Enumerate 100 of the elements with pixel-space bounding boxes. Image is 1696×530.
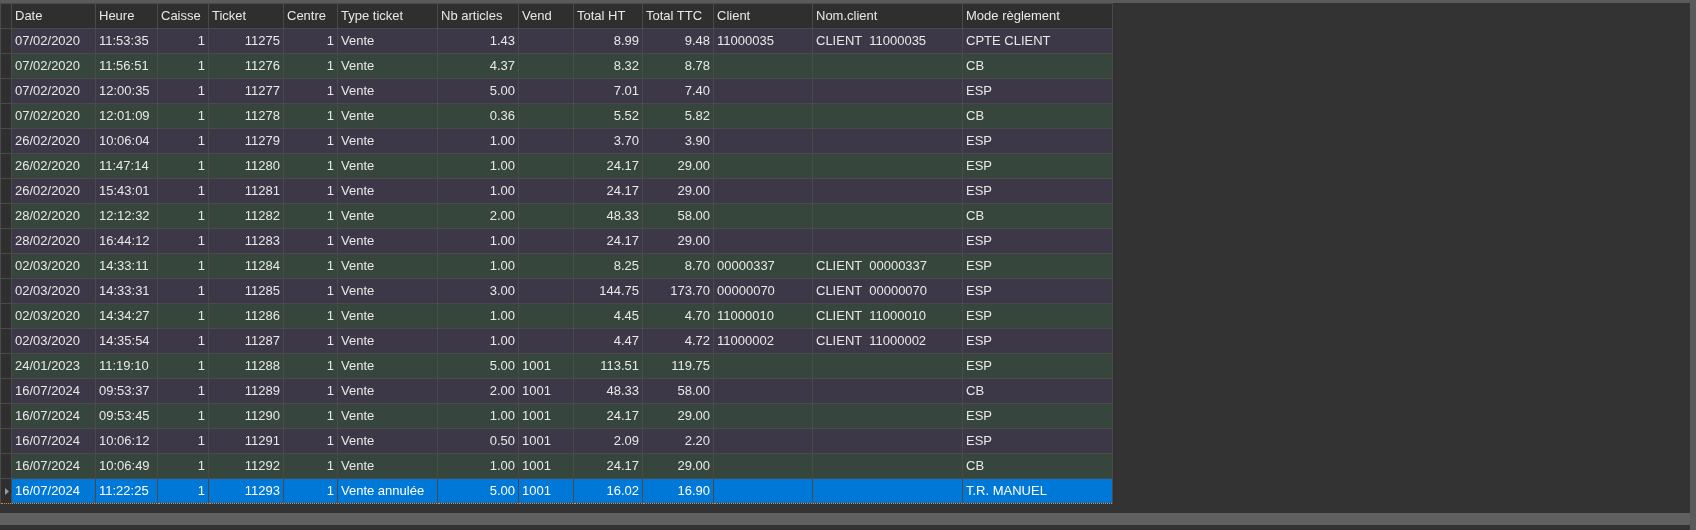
table-cell: Vente bbox=[337, 103, 438, 129]
table-cell: Vente bbox=[337, 403, 438, 429]
table-cell: CLIENT 11000002 bbox=[812, 328, 963, 354]
table-cell: 4.37 bbox=[437, 53, 519, 79]
table-cell: 26/02/2020 bbox=[11, 128, 96, 154]
table-cell: 16/07/2024 bbox=[11, 403, 96, 429]
table-cell: 0.50 bbox=[437, 428, 519, 454]
table-cell: 02/03/2020 bbox=[11, 278, 96, 304]
table-cell: 02/03/2020 bbox=[11, 328, 96, 354]
table-cell: 16/07/2024 bbox=[11, 378, 96, 404]
column-header[interactable]: Caisse bbox=[157, 3, 209, 29]
table-cell: 07/02/2020 bbox=[11, 78, 96, 104]
table-row[interactable]: 26/02/2020 11:47:14 1 11280 1 Vente 1.00 24.17 29.00 ESP bbox=[0, 153, 1113, 179]
table-cell: ESP bbox=[962, 228, 1113, 254]
table-cell: 28/02/2020 bbox=[11, 228, 96, 254]
table-row[interactable]: 02/03/2020 14:34:27 1 11286 1 Vente 1.00 4.45 4.70 11000010 CLIENT 11000010 ESP bbox=[0, 303, 1113, 329]
table-cell: Vente bbox=[337, 203, 438, 229]
table-cell: 26/02/2020 bbox=[11, 178, 96, 204]
table-row[interactable]: 02/03/2020 14:33:11 1 11284 1 Vente 1.00 8.25 8.70 00000337 CLIENT 00000337 ESP bbox=[0, 253, 1113, 279]
table-cell: Vente bbox=[337, 453, 438, 479]
table-cell: CLIENT 11000035 bbox=[812, 28, 963, 54]
table-cell: Vente bbox=[337, 278, 438, 304]
horizontal-scrollbar[interactable] bbox=[0, 513, 1690, 525]
table-cell: 1.00 bbox=[437, 153, 519, 179]
column-header[interactable]: Heure bbox=[95, 3, 158, 29]
table-cell: 1.43 bbox=[437, 28, 519, 54]
table-cell: CPTE CLIENT bbox=[962, 28, 1113, 54]
table-row[interactable]: 02/03/2020 14:33:31 1 11285 1 Vente 3.00 144.75 173.70 00000070 CLIENT 00000070 ESP bbox=[0, 278, 1113, 304]
column-header[interactable]: Client bbox=[713, 3, 813, 29]
table-cell: Vente bbox=[337, 78, 438, 104]
table-cell: 16/07/2024 bbox=[11, 478, 96, 504]
table-row[interactable]: 16/07/2024 11:22:25 1 11293 1 Vente annulée 5.00 1001 16.02 16.90 T.R. MANUEL bbox=[0, 478, 1113, 504]
table-cell: Vente bbox=[337, 153, 438, 179]
table-cell: ESP bbox=[962, 78, 1113, 104]
table-cell: ESP bbox=[962, 328, 1113, 354]
table-cell: Vente bbox=[337, 378, 438, 404]
table-cell: Vente bbox=[337, 303, 438, 329]
table-cell: Vente bbox=[337, 353, 438, 379]
table-cell: 02/03/2020 bbox=[11, 303, 96, 329]
table-cell: 1.00 bbox=[437, 453, 519, 479]
table-cell: 07/02/2020 bbox=[11, 103, 96, 129]
table-cell: ESP bbox=[962, 253, 1113, 279]
table-cell: ESP bbox=[962, 303, 1113, 329]
table-cell: Vente bbox=[337, 28, 438, 54]
table-row[interactable]: 16/07/2024 10:06:12 1 11291 1 Vente 0.50 1001 2.09 2.20 ESP bbox=[0, 428, 1113, 454]
table-cell: CB bbox=[962, 203, 1113, 229]
table-cell: 24/01/2023 bbox=[11, 353, 96, 379]
table-row[interactable]: 16/07/2024 10:06:49 1 11292 1 Vente 1.00 1001 24.17 29.00 CB bbox=[0, 453, 1113, 479]
table-cell: CLIENT 00000337 bbox=[812, 253, 963, 279]
table-cell: 1.00 bbox=[437, 178, 519, 204]
table-cell: 3.00 bbox=[437, 278, 519, 304]
column-header[interactable]: Date bbox=[11, 3, 96, 29]
table-row[interactable]: 28/02/2020 16:44:12 1 11283 1 Vente 1.00 24.17 29.00 ESP bbox=[0, 228, 1113, 254]
column-header[interactable]: Nb articles bbox=[437, 3, 519, 29]
table-cell: 0.36 bbox=[437, 103, 519, 129]
table-cell: Vente bbox=[337, 228, 438, 254]
table-row[interactable]: 16/07/2024 09:53:45 1 11290 1 Vente 1.00 1001 24.17 29.00 ESP bbox=[0, 403, 1113, 429]
table-cell: ESP bbox=[962, 153, 1113, 179]
table-cell: 1.00 bbox=[437, 328, 519, 354]
column-header[interactable]: Total TTC bbox=[642, 3, 714, 29]
table-cell: Vente bbox=[337, 128, 438, 154]
table-cell: ESP bbox=[962, 128, 1113, 154]
table-cell: 00000070 bbox=[713, 278, 813, 304]
table-row[interactable]: 07/02/2020 11:53:35 1 11275 1 Vente 1.43 8.99 9.48 11000035 CLIENT 11000035 CPTE CLIENT bbox=[0, 28, 1113, 54]
table-cell: CB bbox=[962, 378, 1113, 404]
table-cell: 11000002 bbox=[713, 328, 813, 354]
table-cell: T.R. MANUEL bbox=[962, 478, 1113, 504]
table-cell: 11000010 bbox=[713, 303, 813, 329]
table-row[interactable]: 28/02/2020 12:12:32 1 11282 1 Vente 2.00 48.33 58.00 CB bbox=[0, 203, 1113, 229]
table-row[interactable]: 07/02/2020 12:00:35 1 11277 1 Vente 5.00 7.01 7.40 ESP bbox=[0, 78, 1113, 104]
table-row[interactable]: 07/02/2020 12:01:09 1 11278 1 Vente 0.36 5.52 5.82 CB bbox=[0, 103, 1113, 129]
table-cell: Vente bbox=[337, 53, 438, 79]
table-row[interactable]: 02/03/2020 14:35:54 1 11287 1 Vente 1.00 4.47 4.72 11000002 CLIENT 11000002 ESP bbox=[0, 328, 1113, 354]
table-row[interactable]: 24/01/2023 11:19:10 1 11288 1 Vente 5.00 1001 113.51 119.75 ESP bbox=[0, 353, 1113, 379]
table-cell: 16/07/2024 bbox=[11, 453, 96, 479]
table-row[interactable]: 07/02/2020 11:56:51 1 11276 1 Vente 4.37 8.32 8.78 CB bbox=[0, 53, 1113, 79]
column-header[interactable]: Mode règlement bbox=[962, 3, 1113, 29]
table-cell: 02/03/2020 bbox=[11, 253, 96, 279]
table-cell: 1.00 bbox=[437, 128, 519, 154]
table-row[interactable]: 26/02/2020 15:43:01 1 11281 1 Vente 1.00 24.17 29.00 ESP bbox=[0, 178, 1113, 204]
column-header[interactable]: Centre bbox=[283, 3, 338, 29]
table-cell: 16/07/2024 bbox=[11, 428, 96, 454]
table-cell: 11000035 bbox=[713, 28, 813, 54]
table-cell: 5.00 bbox=[437, 478, 519, 504]
column-header[interactable]: Vend bbox=[518, 3, 574, 29]
table-cell: ESP bbox=[962, 178, 1113, 204]
column-header[interactable]: Nom.client bbox=[812, 3, 963, 29]
column-header[interactable]: Type ticket bbox=[337, 3, 438, 29]
table-row[interactable]: 16/07/2024 09:53:37 1 11289 1 Vente 2.00 1001 48.33 58.00 CB bbox=[0, 378, 1113, 404]
table-cell: 1.00 bbox=[437, 228, 519, 254]
table-cell: 2.00 bbox=[437, 203, 519, 229]
table-cell: 1.00 bbox=[437, 403, 519, 429]
table-cell: ESP bbox=[962, 403, 1113, 429]
table-cell: Vente bbox=[337, 253, 438, 279]
current-row-icon bbox=[5, 487, 9, 495]
table-row[interactable]: 26/02/2020 10:06:04 1 11279 1 Vente 1.00 3.70 3.90 ESP bbox=[0, 128, 1113, 154]
column-header[interactable]: Ticket bbox=[208, 3, 284, 29]
table-cell: Vente bbox=[337, 328, 438, 354]
table-cell: 07/02/2020 bbox=[11, 53, 96, 79]
column-header[interactable]: Total HT bbox=[573, 3, 643, 29]
